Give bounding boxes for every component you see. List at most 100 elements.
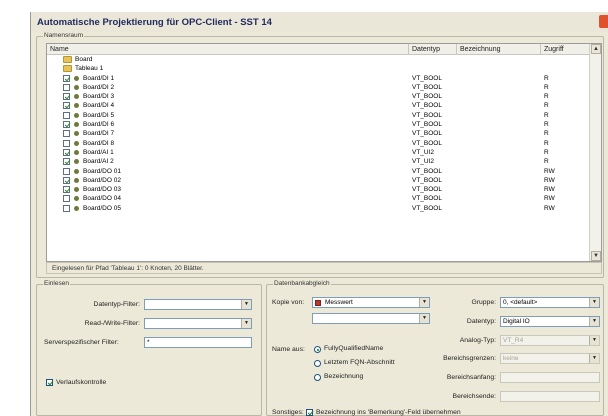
row-checkbox[interactable] <box>63 204 70 212</box>
datatype-filter-label: Datentyp-Filter: <box>93 301 140 308</box>
chevron-down-icon[interactable]: ▼ <box>419 314 429 323</box>
row-access: R <box>544 121 549 129</box>
group-label: Gruppe: <box>471 299 496 306</box>
radio-label-last-fqn-section: Letztem FQN-Abschnitt <box>324 359 395 366</box>
tree-row[interactable]: Board/AI 2 VT_UI2 R <box>47 157 587 166</box>
server-filter-label: Serverspezifischer Filter: <box>44 339 119 346</box>
row-access: RW <box>544 186 555 194</box>
row-datatype: VT_BOOL <box>412 186 442 194</box>
row-checkbox[interactable] <box>63 186 70 194</box>
column-header-datatype[interactable]: Datentyp <box>409 44 457 55</box>
row-checkbox[interactable] <box>63 93 70 101</box>
datatype-value: Digital IO <box>503 318 530 325</box>
tree-row[interactable]: Board/DI 5 VT_BOOL R <box>47 111 587 120</box>
datatype-select[interactable]: Digital IO ▼ <box>500 316 600 327</box>
chevron-down-icon[interactable]: ▼ <box>241 300 251 309</box>
tree-row[interactable]: Board/DI 4 VT_BOOL R <box>47 101 587 110</box>
variable-icon <box>74 103 79 109</box>
copy-from-second-select[interactable]: ▼ <box>312 313 430 324</box>
chevron-down-icon[interactable]: ▼ <box>589 336 599 345</box>
row-name: Board/DI 5 <box>83 111 115 119</box>
column-header-access[interactable]: Zugriff <box>541 44 591 55</box>
row-checkbox[interactable] <box>63 111 70 119</box>
analog-type-label: Analog-Typ: <box>459 337 496 344</box>
range-start-label: Bereichsanfang: <box>446 374 496 381</box>
datatype-filter-select[interactable]: ▼ <box>144 299 252 310</box>
row-name: Board/DO 02 <box>83 176 121 184</box>
row-checkbox[interactable] <box>63 167 70 175</box>
read-in-legend: Einlesen <box>43 280 70 287</box>
tree-row[interactable]: Board/AI 1 VT_UI2 R <box>47 148 587 157</box>
folder-label: Board <box>75 56 93 63</box>
row-datatype: VT_BOOL <box>412 195 442 203</box>
row-datatype: VT_BOOL <box>412 74 442 82</box>
range-end-input[interactable] <box>500 391 600 402</box>
row-access: R <box>544 111 549 119</box>
row-checkbox[interactable] <box>63 148 70 156</box>
row-name: Board/AI 1 <box>83 148 114 156</box>
close-button[interactable] <box>599 15 608 28</box>
row-name: Board/AI 2 <box>83 158 114 166</box>
tree-row[interactable]: Board/DI 6 VT_BOOL R <box>47 120 587 129</box>
scroll-up-button[interactable]: ▲ <box>591 44 601 54</box>
range-start-input[interactable] <box>500 372 600 383</box>
tree-row[interactable]: Board/DI 2 VT_BOOL R <box>47 83 587 92</box>
radio-fully-qualified-name[interactable] <box>314 346 321 353</box>
radio-last-fqn-section[interactable] <box>314 360 321 367</box>
tree-row[interactable]: Board/DO 03 VT_BOOL RW <box>47 185 587 194</box>
tree-folder-tableau[interactable]: Tableau 1 <box>47 64 587 73</box>
row-access: RW <box>544 176 555 184</box>
range-limits-label: Bereichsgrenzen: <box>443 355 496 362</box>
analog-type-select[interactable]: VT_R4 ▼ <box>500 335 600 346</box>
tree-scrollbar[interactable]: ▲ ▼ <box>589 44 601 261</box>
row-datatype: VT_BOOL <box>412 139 442 147</box>
tree-row[interactable]: Board/DI 8 VT_BOOL R <box>47 139 587 148</box>
row-checkbox[interactable] <box>63 130 70 138</box>
column-header-name[interactable]: Name <box>47 44 409 55</box>
row-checkbox[interactable] <box>63 121 70 129</box>
row-access: R <box>544 148 549 156</box>
remark-checkbox[interactable] <box>306 409 313 416</box>
chevron-down-icon[interactable]: ▼ <box>589 317 599 326</box>
row-name: Board/DI 8 <box>83 139 115 147</box>
tree-folder-board[interactable]: Board <box>47 55 587 64</box>
group-select[interactable]: 0, <default> ▼ <box>500 297 600 308</box>
row-checkbox[interactable] <box>63 74 70 82</box>
server-filter-input[interactable]: * <box>144 337 252 348</box>
namespace-tree[interactable]: Name Datentyp Bezeichnung Zugriff Board … <box>46 43 602 262</box>
chevron-down-icon[interactable]: ▼ <box>589 354 599 363</box>
column-header-designation[interactable]: Bezeichnung <box>457 44 541 55</box>
rw-filter-select[interactable]: ▼ <box>144 318 252 329</box>
radio-designation[interactable] <box>314 374 321 381</box>
rw-filter-label: Read-/Write-Filter: <box>84 320 140 327</box>
row-access: R <box>544 93 549 101</box>
record-type-icon <box>315 299 321 306</box>
tree-row[interactable]: Board/DI 7 VT_BOOL R <box>47 129 587 138</box>
range-limits-select[interactable]: keine ▼ <box>500 353 600 364</box>
row-access: R <box>544 83 549 91</box>
row-checkbox[interactable] <box>63 176 70 184</box>
chevron-down-icon[interactable]: ▼ <box>419 298 429 307</box>
row-checkbox[interactable] <box>63 139 70 147</box>
variable-icon <box>74 177 79 183</box>
tree-row[interactable]: Board/DO 05 VT_BOOL RW <box>47 204 587 213</box>
row-checkbox[interactable] <box>63 158 70 166</box>
variable-icon <box>74 122 79 128</box>
tree-row[interactable]: Board/DO 02 VT_BOOL RW <box>47 176 587 185</box>
tree-row[interactable]: Board/DI 3 VT_BOOL R <box>47 92 587 101</box>
history-checkbox[interactable] <box>46 379 53 386</box>
chevron-down-icon[interactable]: ▼ <box>589 298 599 307</box>
chevron-down-icon[interactable]: ▼ <box>241 319 251 328</box>
tree-row[interactable]: Board/DO 04 VT_BOOL RW <box>47 194 587 203</box>
copy-from-select[interactable]: Messwert ▼ <box>312 297 430 308</box>
row-datatype: VT_BOOL <box>412 83 442 91</box>
scroll-down-button[interactable]: ▼ <box>591 251 601 261</box>
row-name: Board/DI 4 <box>83 102 115 110</box>
row-checkbox[interactable] <box>63 195 70 203</box>
row-checkbox[interactable] <box>63 102 70 110</box>
row-checkbox[interactable] <box>63 83 70 91</box>
tree-row[interactable]: Board/DI 1 VT_BOOL R <box>47 74 587 83</box>
copy-from-label: Kopie von: <box>272 299 305 306</box>
analog-type-value: VT_R4 <box>503 337 524 344</box>
tree-row[interactable]: Board/DO 01 VT_BOOL RW <box>47 167 587 176</box>
